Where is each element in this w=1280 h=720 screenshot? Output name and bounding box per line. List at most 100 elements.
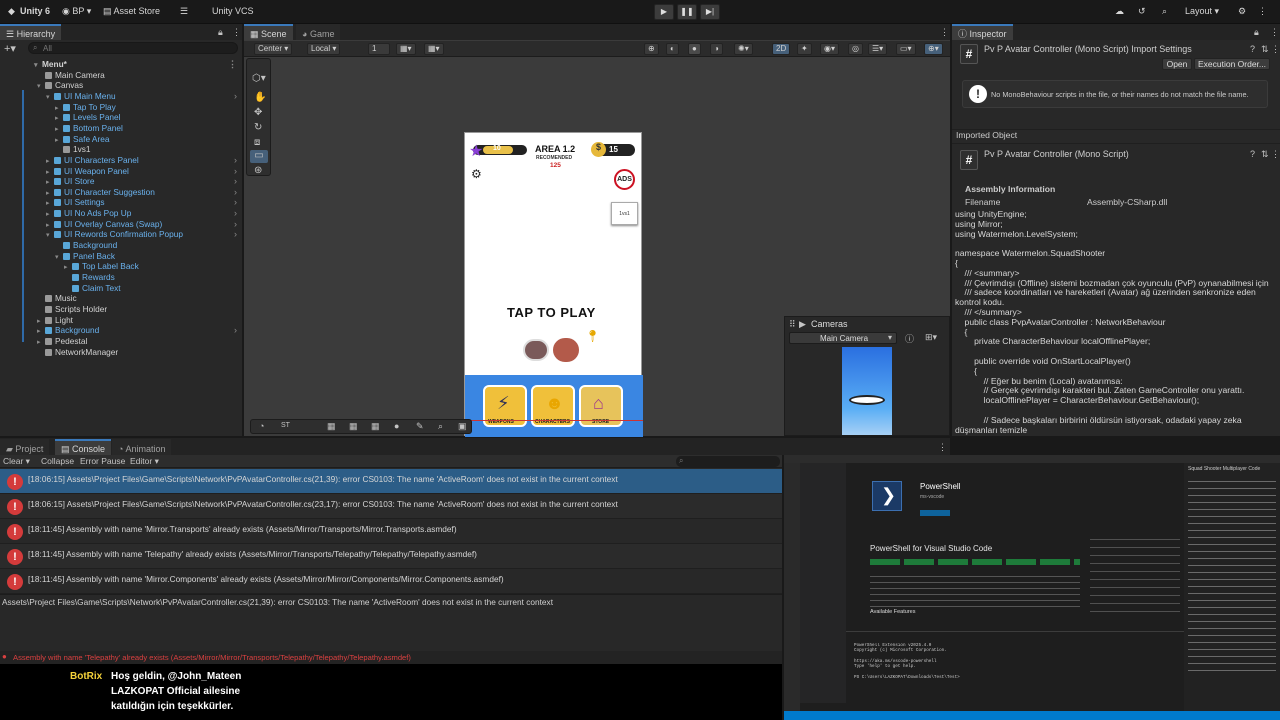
hierarchy-item[interactable]: Main Camera — [0, 70, 242, 81]
info-icon[interactable]: ⓘ — [905, 332, 914, 345]
hierarchy-item[interactable]: ▾ Panel Back — [0, 251, 242, 262]
hierarchy-item[interactable]: Rewards — [0, 272, 242, 283]
hierarchy-item[interactable]: ▸ Pedestal — [0, 336, 242, 347]
hierarchy-item[interactable]: ▸ UI Weapon Panel › — [0, 166, 242, 177]
tab-console[interactable]: ▤ Console — [55, 439, 112, 455]
rotate-tool-icon[interactable]: ↻ — [254, 122, 262, 133]
grid-tool-icon[interactable]: ▦ — [349, 421, 358, 432]
pivot-dropdown[interactable]: Center ▾ — [254, 43, 293, 55]
chevron-right-icon[interactable]: › — [234, 229, 237, 240]
hierarchy-item[interactable]: ▸ Safe Area — [0, 134, 242, 145]
open-button[interactable]: Open — [1162, 58, 1192, 70]
lit-icon[interactable]: ● — [688, 43, 701, 55]
pause-button[interactable]: ❚❚ — [677, 4, 697, 20]
hierarchy-item[interactable]: NetworkManager — [0, 347, 242, 358]
add-object-button[interactable]: +▾ — [4, 42, 16, 55]
zoom-icon[interactable]: ⌕ — [438, 421, 443, 432]
chevron-right-icon[interactable]: › — [234, 155, 237, 166]
tap-to-play-label[interactable]: TAP TO PLAY — [507, 305, 596, 320]
orientation-icon[interactable]: ⊕ — [644, 43, 659, 55]
camera-select[interactable]: Main Camera ▾ — [789, 332, 897, 344]
editor-dropdown[interactable]: Editor ▾ — [130, 456, 159, 467]
tab-inspector[interactable]: ⓘ Inspector — [952, 24, 1013, 40]
transform-tool-icon[interactable]: ⊛ — [254, 165, 262, 176]
hierarchy-item[interactable]: ▸ Background › — [0, 325, 242, 336]
asset-store-button[interactable]: ▤ Asset Store — [103, 6, 160, 17]
presets-icon[interactable]: ⇅ — [1261, 44, 1269, 55]
no-ads-button[interactable]: ADS — [614, 169, 635, 190]
drag-handle-icon[interactable]: ⠿ — [789, 319, 796, 330]
account-dropdown[interactable]: ◉ BP ▾ — [62, 6, 91, 17]
hierarchy-item[interactable]: Background — [0, 240, 242, 251]
shading-icon[interactable]: ◐ — [666, 43, 679, 55]
search-icon[interactable]: ⌕ — [1162, 6, 1167, 17]
hierarchy-item[interactable]: ▸ UI Character Suggestion › — [0, 187, 242, 198]
console-search-input[interactable]: ⌕ — [676, 456, 780, 467]
collapse-button[interactable]: Collapse — [41, 456, 74, 466]
hierarchy-item[interactable]: ▸ UI Characters Panel › — [0, 155, 242, 166]
play-button[interactable]: ▶ — [654, 4, 674, 20]
panel-menu-icon[interactable]: ⋮ — [232, 27, 241, 38]
lock-icon[interactable]: 🔒︎ — [1254, 27, 1259, 38]
tile-icon[interactable]: ▦ — [327, 421, 336, 432]
error-pause-button[interactable]: Error Pause — [80, 456, 125, 466]
camera-settings-icon[interactable]: ▭▾ — [896, 43, 916, 55]
lock-icon[interactable]: 🔒︎ — [218, 27, 223, 38]
more-icon[interactable]: ⋮ — [1258, 6, 1267, 17]
menu-icon[interactable]: ☰ — [180, 6, 188, 17]
step-button[interactable]: ▶| — [700, 4, 720, 20]
wireframe-icon[interactable]: ◑ — [710, 43, 723, 55]
chevron-right-icon[interactable]: › — [234, 91, 237, 102]
hierarchy-item[interactable]: ▾ UI Main Menu › — [0, 91, 242, 102]
hierarchy-item[interactable]: ▾ Menu* ⋮ — [0, 59, 242, 70]
scale-tool-icon[interactable]: ⧈ — [254, 137, 260, 148]
hand-tool-icon[interactable]: ✋ — [254, 92, 266, 103]
console-log-entry[interactable]: ! [18:06:15] Assets\Project Files\Game\Sc… — [0, 494, 782, 519]
hierarchy-item[interactable]: ▸ UI Overlay Canvas (Swap) › — [0, 219, 242, 230]
hierarchy-item[interactable]: ▸ Light — [0, 315, 242, 326]
hierarchy-item[interactable]: ▸ Levels Panel — [0, 112, 242, 123]
light-icon[interactable]: ✦ — [797, 43, 812, 55]
chevron-right-icon[interactable]: › — [234, 325, 237, 336]
view-tool-icon[interactable]: ⬡▾ — [252, 73, 266, 84]
sprite-tool-icon[interactable]: ST — [281, 422, 290, 429]
hierarchy-item[interactable]: 1vs1 — [0, 144, 242, 155]
cloud-icon[interactable]: ☁ — [1115, 6, 1124, 17]
hierarchy-item[interactable]: ▸ Top Label Back — [0, 261, 242, 272]
tab-game[interactable]: ◕ Game — [296, 24, 341, 40]
grid-dropdown[interactable]: ▦▾ — [396, 43, 416, 55]
hierarchy-item[interactable]: ▸ Bottom Panel — [0, 123, 242, 134]
move-tool-icon[interactable]: ✥ — [254, 107, 262, 118]
version-control-button[interactable]: Unity VCS — [212, 6, 254, 16]
layers-icon[interactable]: ☰▾ — [868, 43, 888, 55]
execution-order-button[interactable]: Execution Order... — [1194, 58, 1270, 70]
component-menu-icon[interactable]: ⋮ — [1271, 44, 1280, 55]
orbit-icon[interactable]: ◔ — [259, 421, 264, 431]
scene-menu-icon[interactable]: ⋮ — [228, 59, 237, 70]
audio-icon[interactable]: ◉▾ — [820, 43, 839, 55]
settings-icon[interactable]: ⚙ — [1238, 6, 1246, 17]
effects-icon[interactable]: ✺▾ — [734, 43, 753, 55]
help-icon[interactable]: ? — [1250, 44, 1255, 54]
hierarchy-item[interactable]: ▸ Tap To Play — [0, 102, 242, 113]
console-log-entry[interactable]: ! [18:11:45] Assembly with name 'Telepath… — [0, 544, 782, 569]
hierarchy-item[interactable]: Music — [0, 293, 242, 304]
hierarchy-search-input[interactable]: ⌕ All — [28, 42, 238, 54]
console-log-entry[interactable]: ! [18:11:45] Assembly with name 'Mirror.C… — [0, 569, 782, 594]
rect-tool-icon[interactable]: ▭ — [250, 150, 268, 163]
layout-dropdown[interactable]: Layout ▾ — [1185, 6, 1219, 17]
brush-icon[interactable]: ✎ — [416, 421, 424, 432]
frame-icon[interactable]: ▣ — [458, 421, 467, 432]
hierarchy-item[interactable]: Scripts Holder — [0, 304, 242, 315]
hierarchy-item[interactable]: ▾ UI Rewords Confirmation Popup › — [0, 229, 242, 240]
hierarchy-item[interactable]: ▾ Canvas — [0, 80, 242, 91]
fill-icon[interactable]: ● — [394, 421, 399, 431]
chevron-right-icon[interactable]: › — [234, 197, 237, 208]
chevron-right-icon[interactable]: › — [234, 208, 237, 219]
hierarchy-item[interactable]: ▸ UI No Ads Pop Up › — [0, 208, 242, 219]
hidden-icon[interactable]: ◎ — [848, 43, 863, 55]
chevron-right-icon[interactable]: › — [234, 166, 237, 177]
space-dropdown[interactable]: Local ▾ — [307, 43, 341, 55]
camera-options-icon[interactable]: ⊞▾ — [925, 332, 937, 343]
clear-button[interactable]: Clear ▾ — [3, 456, 30, 467]
